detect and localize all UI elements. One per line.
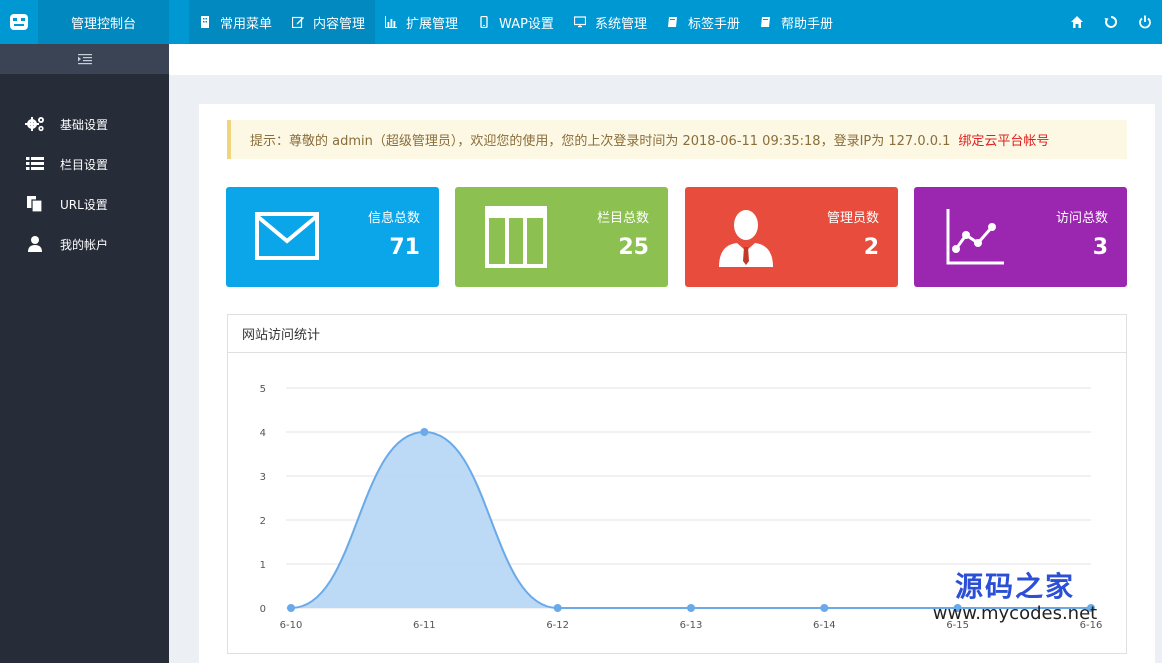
sidebar-item-label: URL设置 xyxy=(60,197,108,212)
refresh-icon[interactable] xyxy=(1104,15,1118,29)
menu-item-label: 常用菜单 xyxy=(220,16,273,32)
x-tick-label: 6-10 xyxy=(280,620,303,631)
sidebar-item-url-settings[interactable]: URL设置 xyxy=(0,184,169,224)
data-point xyxy=(553,604,562,612)
stat-card-admin-count[interactable]: 管理员数 2 xyxy=(685,187,898,287)
brand-title[interactable]: 管理控制台 xyxy=(38,0,169,44)
menu-item-help-manual[interactable]: 帮助手册 xyxy=(750,0,843,44)
y-tick-label: 1 xyxy=(260,560,266,571)
watermark-url: www.mycodes.net xyxy=(932,603,1098,624)
y-tick-label: 5 xyxy=(260,384,266,395)
sidebar: 基础设置 栏目设置 URL设置 我的帐户 xyxy=(0,44,169,663)
sidebar-item-my-account[interactable]: 我的帐户 xyxy=(0,224,169,264)
x-tick-label: 6-11 xyxy=(413,620,436,631)
sidebar-item-column-settings[interactable]: 栏目设置 xyxy=(0,144,169,184)
menu-item-label: 系统管理 xyxy=(594,16,647,32)
y-tick-label: 0 xyxy=(260,604,266,615)
sidebar-toggle[interactable] xyxy=(0,44,169,74)
edit-icon xyxy=(292,16,305,28)
stat-value: 2 xyxy=(863,235,879,260)
x-tick-label: 6-14 xyxy=(813,620,836,631)
user-icon xyxy=(28,236,42,252)
sidebar-item-label: 基础设置 xyxy=(60,117,109,132)
y-tick-label: 2 xyxy=(260,516,266,527)
data-point xyxy=(420,428,429,436)
envelope-icon xyxy=(255,212,319,260)
building-icon xyxy=(201,16,209,28)
content-tab-bar xyxy=(169,44,1162,75)
stat-label: 访问总数 xyxy=(1055,211,1108,226)
book-icon xyxy=(760,17,770,27)
menu-item-label: 帮助手册 xyxy=(780,16,833,32)
copy-icon xyxy=(27,196,43,213)
home-icon[interactable] xyxy=(1070,15,1084,29)
logo[interactable] xyxy=(0,0,38,44)
monitor-icon xyxy=(573,16,586,28)
menu-item-label: 内容管理 xyxy=(313,16,366,32)
sidebar-item-basic-settings[interactable]: 基础设置 xyxy=(0,104,169,144)
menu-item-content[interactable]: 内容管理 xyxy=(282,0,376,44)
x-tick-label: 6-12 xyxy=(546,620,569,631)
menu-item-extensions[interactable]: 扩展管理 xyxy=(375,0,468,44)
menu-item-tag-manual[interactable]: 标签手册 xyxy=(657,0,750,44)
stat-card-column-total[interactable]: 栏目总数 25 xyxy=(455,187,668,287)
watermark: 源码之家 www.mycodes.net xyxy=(930,570,1100,624)
top-right-tools xyxy=(1050,0,1152,44)
top-navbar: 管理控制台 常用菜单 内容管理 扩展管理 WAP设置 系统管理 标签手册 帮助手 xyxy=(0,0,1162,44)
menu-item-label: 标签手册 xyxy=(687,16,740,32)
watermark-cn: 源码之家 xyxy=(954,570,1075,603)
stat-card-visit-total[interactable]: 访问总数 3 xyxy=(914,187,1127,287)
stat-value: 3 xyxy=(1092,235,1108,260)
stat-value: 71 xyxy=(389,235,420,260)
main-menu: 常用菜单 内容管理 扩展管理 WAP设置 系统管理 标签手册 帮助手册 xyxy=(189,0,843,44)
menu-item-wap[interactable]: WAP设置 xyxy=(468,0,564,44)
welcome-notice: 提示：尊敬的 admin（超级管理员），欢迎您的使用，您的上次登录时间为 201… xyxy=(227,120,1127,159)
stat-value: 25 xyxy=(618,235,649,260)
stat-label: 栏目总数 xyxy=(596,211,649,226)
stat-card-info-total[interactable]: 信息总数 71 xyxy=(226,187,439,287)
list-icon xyxy=(26,157,44,170)
data-point xyxy=(287,604,295,612)
menu-item-label: WAP设置 xyxy=(499,16,554,32)
gears-icon xyxy=(25,117,44,132)
menu-item-label: 扩展管理 xyxy=(406,16,459,32)
notice-text: 提示：尊敬的 admin（超级管理员），欢迎您的使用，您的上次登录时间为 201… xyxy=(250,134,951,149)
sidebar-item-label: 我的帐户 xyxy=(60,237,109,252)
sidebar-item-label: 栏目设置 xyxy=(60,157,109,172)
line-chart-icon xyxy=(946,209,1004,265)
menu-item-common[interactable]: 常用菜单 xyxy=(189,0,283,44)
stat-label: 信息总数 xyxy=(367,211,420,226)
power-icon[interactable] xyxy=(1138,15,1152,29)
indent-icon xyxy=(77,54,92,65)
y-tick-label: 3 xyxy=(260,472,266,483)
data-point xyxy=(820,604,829,612)
stat-label: 管理员数 xyxy=(826,211,879,226)
bind-cloud-account-link[interactable]: 绑定云平台帐号 xyxy=(958,130,1049,149)
mobile-icon xyxy=(480,16,488,28)
data-point xyxy=(687,604,695,612)
book-icon xyxy=(667,17,677,27)
x-tick-label: 6-13 xyxy=(680,620,703,631)
menu-item-system[interactable]: 系统管理 xyxy=(564,0,657,44)
sidebar-menu: 基础设置 栏目设置 URL设置 我的帐户 xyxy=(0,74,169,264)
logo-icon xyxy=(10,14,28,30)
y-tick-label: 4 xyxy=(260,428,266,439)
bar-chart-icon xyxy=(385,16,398,28)
table-icon xyxy=(485,206,547,268)
admin-user-icon xyxy=(719,210,773,267)
